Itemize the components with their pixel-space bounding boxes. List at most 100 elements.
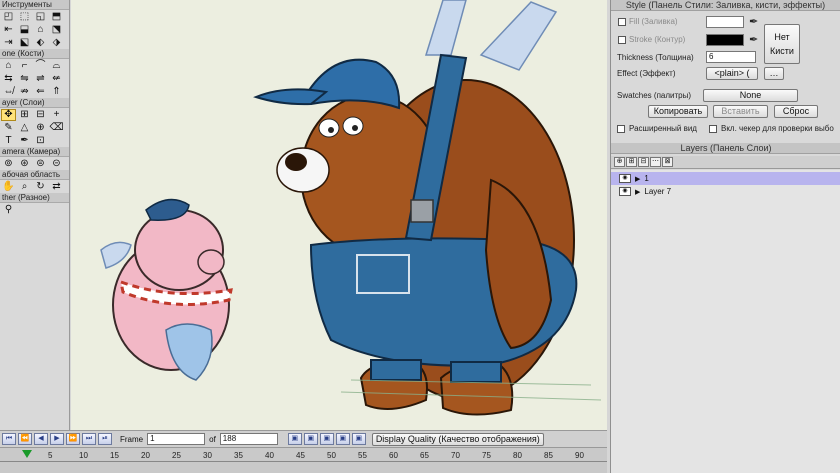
tool-button-icon[interactable]: T: [1, 135, 16, 147]
tool-button-icon[interactable]: ⌫: [49, 122, 64, 134]
tool-button-icon[interactable]: ◱: [33, 11, 48, 23]
stroke-checkbox[interactable]: [618, 36, 626, 44]
timeline-tick-label: 55: [358, 451, 367, 460]
timeline[interactable]: 5 10 15 20 25 30 35 40 45 50 55 60 65 70 75 80 85 90: [0, 447, 607, 473]
fill-color-swatch[interactable]: [706, 16, 744, 28]
tool-button-icon[interactable]: ⇥: [1, 37, 16, 49]
tool-button-icon[interactable]: ⬕: [17, 37, 32, 49]
thickness-input[interactable]: 6: [706, 51, 756, 63]
layer-toolbar-icon[interactable]: ⊞: [626, 157, 637, 167]
tool-button-icon[interactable]: ⇍: [49, 73, 64, 85]
copy-button[interactable]: Копировать: [648, 105, 708, 118]
tool-button-icon[interactable]: [49, 135, 64, 147]
tool-button-icon[interactable]: ⬖: [33, 37, 48, 49]
paste-button[interactable]: Вставить: [713, 105, 768, 118]
view-quad-icon[interactable]: ▣: [335, 433, 350, 445]
grid-toggle-icon[interactable]: ▣: [351, 433, 366, 445]
stroke-color-swatch[interactable]: [706, 34, 744, 46]
tool-button-icon[interactable]: ↻: [33, 181, 48, 193]
tool-button-icon[interactable]: ⬓: [17, 24, 32, 36]
tool-button-icon[interactable]: ⊡: [33, 135, 48, 147]
tool-button-icon[interactable]: ⇋: [17, 73, 32, 85]
checker-checkbox[interactable]: [709, 125, 717, 133]
layer-toolbar-icon[interactable]: ⊟: [638, 157, 649, 167]
tool-button-icon[interactable]: ⇏: [17, 86, 32, 98]
playback-button-icon[interactable]: ⏯: [98, 433, 112, 445]
tool-button-icon[interactable]: ◰: [1, 11, 16, 23]
tool-button-icon[interactable]: ⊟: [33, 109, 48, 121]
layer-toolbar-icon[interactable]: ⋯: [650, 157, 661, 167]
effect-select[interactable]: <plain> (: [706, 67, 758, 80]
tool-button-icon[interactable]: ✎: [1, 122, 16, 134]
tool-button-icon[interactable]: ⊕: [33, 122, 48, 134]
layer-expand-icon[interactable]: ▶: [635, 175, 640, 183]
tool-button-icon[interactable]: ⬒: [49, 11, 64, 23]
tool-button-icon[interactable]: ⇤: [1, 24, 16, 36]
tool-button-icon[interactable]: ⬗: [49, 37, 64, 49]
fill-checkbox[interactable]: [618, 18, 626, 26]
effect-options-button[interactable]: …: [764, 67, 784, 80]
tool-button-icon[interactable]: ✋: [1, 181, 16, 193]
tool-section-header: абочая область: [0, 170, 69, 180]
tool-button-icon[interactable]: ⊞: [17, 109, 32, 121]
layer-expand-icon[interactable]: ▶: [635, 188, 640, 196]
tool-button-icon[interactable]: ⬔: [49, 24, 64, 36]
playback-button-icon[interactable]: ⏮: [2, 433, 16, 445]
tool-button-icon[interactable]: [17, 204, 32, 216]
tool-button-icon[interactable]: ⌒: [33, 60, 48, 72]
tool-button-icon[interactable]: ⇎: [1, 86, 16, 98]
tool-button-icon[interactable]: ⇐: [33, 86, 48, 98]
tool-button-icon[interactable]: ✒: [17, 135, 32, 147]
tool-button-icon[interactable]: [33, 204, 48, 216]
tool-button-icon[interactable]: ⇑: [49, 86, 64, 98]
tool-button-icon[interactable]: ⬚: [17, 11, 32, 23]
tool-button-icon[interactable]: ✥: [1, 108, 16, 121]
tool-button-icon[interactable]: ⌂: [1, 60, 16, 72]
tool-button-icon[interactable]: +: [49, 109, 64, 121]
tool-button-icon[interactable]: ⌂: [33, 24, 48, 36]
display-quality-select[interactable]: Display Quality (Качество отображения): [371, 432, 544, 446]
layer-row[interactable]: ◉ ▶ 1: [611, 172, 840, 185]
total-frames-input[interactable]: 188: [219, 433, 278, 445]
playback-button-icon[interactable]: ⏩: [66, 433, 80, 445]
layer-visibility-icon[interactable]: ◉: [619, 187, 631, 196]
layer-toolbar-icon[interactable]: ⊕: [614, 157, 625, 167]
sound-toggle-icon[interactable]: ▣: [287, 433, 302, 445]
view-single-icon[interactable]: ▣: [303, 433, 318, 445]
fill-label: Fill (Заливка): [629, 17, 678, 26]
playback-button-icon[interactable]: ⏪: [18, 433, 32, 445]
tool-button-icon[interactable]: ⇌: [33, 73, 48, 85]
tool-button-icon[interactable]: [49, 204, 64, 216]
stroke-eyedropper-icon[interactable]: ✒: [749, 33, 758, 46]
playback-button-icon[interactable]: ⏭: [82, 433, 96, 445]
tool-button-icon[interactable]: ⌓: [49, 60, 64, 72]
tool-button-icon[interactable]: △: [17, 122, 32, 134]
layer-toolbar-icon[interactable]: ⊠: [662, 157, 673, 167]
tool-button-icon[interactable]: ⊛: [17, 158, 32, 170]
playhead-icon[interactable]: [22, 450, 32, 458]
playback-button-icon[interactable]: ◀: [34, 433, 48, 445]
timeline-tick-label: 75: [482, 451, 491, 460]
swatches-select[interactable]: None: [703, 89, 798, 102]
tool-button-icon[interactable]: ⊝: [49, 158, 64, 170]
fill-eyedropper-icon[interactable]: ✒: [749, 15, 758, 28]
layer-visibility-icon[interactable]: ◉: [619, 174, 631, 183]
drawing-canvas[interactable]: [71, 0, 607, 430]
tool-button-icon[interactable]: ⇄: [49, 181, 64, 193]
tool-button-icon[interactable]: ⌐: [17, 60, 32, 72]
tool-row: T ✒ ⊡: [0, 134, 69, 147]
tool-button-icon[interactable]: ⊚: [1, 158, 16, 170]
tool-button-icon[interactable]: ⊜: [33, 158, 48, 170]
timeline-tick-label: 25: [172, 451, 181, 460]
tool-button-icon[interactable]: ⇆: [1, 73, 16, 85]
tool-button-icon[interactable]: ⌕: [17, 181, 32, 193]
reset-button[interactable]: Сброс: [774, 105, 818, 118]
view-split-icon[interactable]: ▣: [319, 433, 334, 445]
frame-input[interactable]: 1: [147, 433, 206, 445]
tool-button-icon[interactable]: ⚲: [1, 204, 16, 216]
advanced-checkbox[interactable]: [617, 125, 625, 133]
layer-row[interactable]: ◉ ▶ Layer 7: [611, 185, 840, 198]
no-brush-button[interactable]: Нет Кисти: [764, 24, 800, 64]
playback-button-icon[interactable]: ▶: [50, 433, 64, 445]
tool-section-header: amera (Камера): [0, 147, 69, 157]
